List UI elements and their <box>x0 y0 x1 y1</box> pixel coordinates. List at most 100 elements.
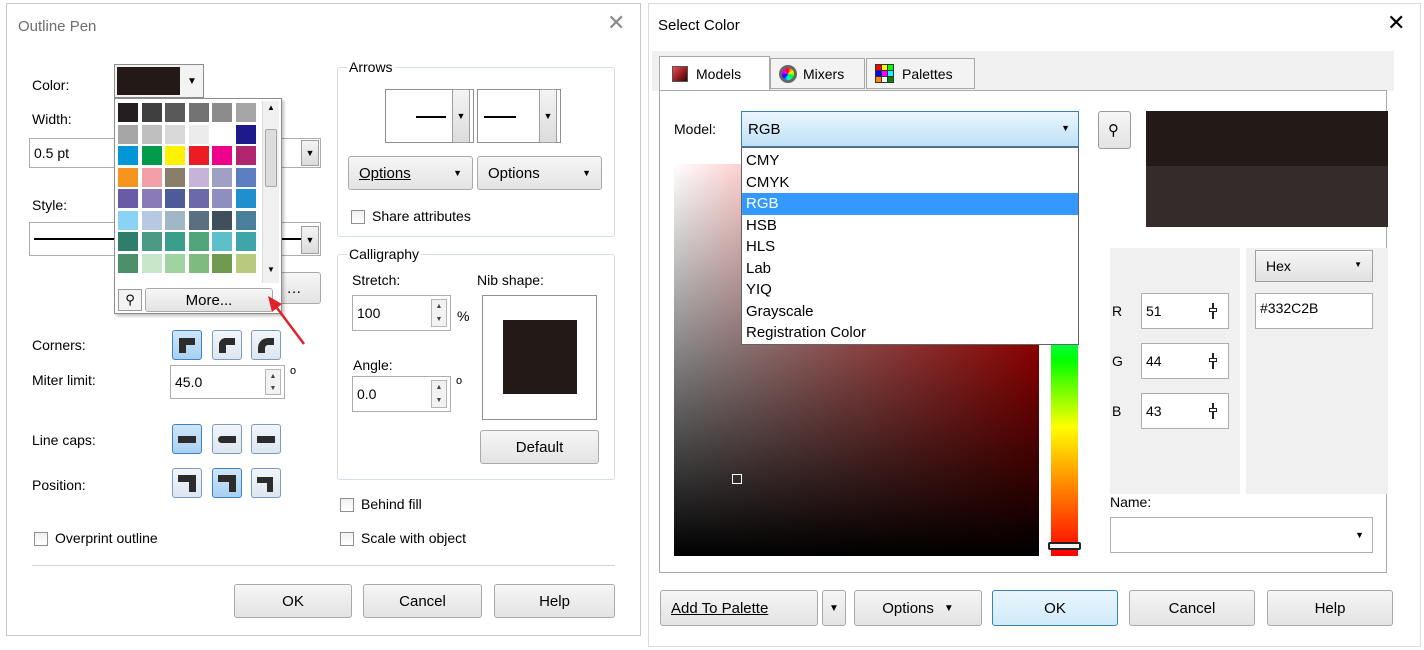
eyedropper-button[interactable]: ⚲ <box>1098 111 1131 149</box>
scale-with-object-checkbox[interactable] <box>340 532 354 546</box>
palette-swatch[interactable] <box>234 188 257 209</box>
palette-swatch[interactable] <box>140 166 163 188</box>
position-outside-button[interactable] <box>172 468 202 498</box>
palette-swatch[interactable] <box>140 188 163 209</box>
palette-swatch[interactable] <box>234 252 257 274</box>
palette-swatch[interactable] <box>164 209 186 231</box>
default-button[interactable]: Default <box>480 430 599 464</box>
palette-swatch[interactable] <box>117 188 139 209</box>
cap-butt-button[interactable] <box>172 424 202 454</box>
close-icon[interactable]: ✕ <box>607 13 625 35</box>
model-option[interactable]: HSB <box>742 215 1078 237</box>
cancel-button[interactable]: Cancel <box>1129 590 1255 626</box>
eyedropper-icon[interactable]: ⚲ <box>118 289 142 311</box>
position-center-button[interactable] <box>212 468 242 498</box>
start-arrow-dropdown-arrow[interactable]: ▼ <box>452 89 470 143</box>
palette-swatch[interactable] <box>117 166 139 188</box>
ok-button[interactable]: OK <box>992 590 1118 626</box>
end-arrow-dropdown-arrow[interactable]: ▼ <box>539 89 557 143</box>
palette-swatch[interactable] <box>140 123 163 145</box>
nib-shape-preview[interactable] <box>482 295 597 420</box>
more-colors-button[interactable]: More... <box>145 288 273 312</box>
palette-swatch[interactable] <box>234 166 257 188</box>
palette-swatch[interactable] <box>164 188 186 209</box>
palette-swatch[interactable] <box>140 102 163 123</box>
cancel-button[interactable]: Cancel <box>363 584 482 618</box>
palette-swatch[interactable] <box>117 123 139 145</box>
close-icon[interactable]: ✕ <box>1387 13 1405 35</box>
tab-models[interactable]: Models <box>659 56 770 91</box>
palette-swatch[interactable] <box>211 123 233 145</box>
palette-swatch[interactable] <box>187 166 210 188</box>
palette-swatch[interactable] <box>187 145 210 166</box>
share-attributes-checkbox[interactable] <box>351 210 365 224</box>
angle-spinner[interactable]: ▲ ▼ <box>431 380 447 408</box>
channel-slider-icon[interactable] <box>1209 403 1221 419</box>
channel-slider-icon[interactable] <box>1209 353 1221 369</box>
palette-swatch[interactable] <box>211 145 233 166</box>
corner-round-button[interactable] <box>212 330 242 360</box>
tab-palettes[interactable]: Palettes <box>866 58 975 89</box>
width-dropdown-arrow[interactable]: ▼ <box>301 140 319 166</box>
model-option[interactable]: Registration Color <box>742 322 1078 344</box>
palette-swatch[interactable] <box>187 252 210 274</box>
cap-round-button[interactable] <box>212 424 242 454</box>
palette-swatch[interactable] <box>211 209 233 231</box>
end-arrow-selector[interactable]: ▼ <box>477 89 561 143</box>
miter-limit-spinner[interactable]: ▲ ▼ <box>265 369 281 395</box>
palette-swatch[interactable] <box>211 166 233 188</box>
help-button[interactable]: Help <box>494 584 615 618</box>
palette-swatch[interactable] <box>116 101 140 124</box>
palette-swatch[interactable] <box>187 102 210 123</box>
model-option[interactable]: CMYK <box>742 172 1078 194</box>
model-option[interactable]: YIQ <box>742 279 1078 301</box>
palette-swatch[interactable] <box>234 102 257 123</box>
help-button[interactable]: Help <box>1267 590 1393 626</box>
model-option[interactable]: HLS <box>742 236 1078 258</box>
channel-slider-icon[interactable] <box>1209 303 1221 319</box>
stretch-spinner[interactable]: ▲ ▼ <box>431 299 447 327</box>
palette-swatch[interactable] <box>211 231 233 252</box>
palette-swatch[interactable] <box>187 231 210 252</box>
options-button[interactable]: Options ▼ <box>854 590 982 626</box>
palette-swatch[interactable] <box>164 145 186 166</box>
palette-swatch[interactable] <box>117 209 139 231</box>
palette-swatch[interactable] <box>140 231 163 252</box>
scroll-down-icon[interactable]: ▼ <box>267 265 275 274</box>
add-to-palette-button[interactable]: Add To Palette <box>660 590 818 626</box>
hex-field[interactable]: #332C2B <box>1255 293 1373 329</box>
palette-swatch[interactable] <box>117 252 139 274</box>
format-select[interactable]: Hex ▼ <box>1255 250 1373 282</box>
palette-swatch[interactable] <box>164 252 186 274</box>
palette-swatch[interactable] <box>211 252 233 274</box>
palette-swatch[interactable] <box>140 209 163 231</box>
color-picker-button[interactable]: ▼ <box>114 64 204 98</box>
palette-swatch[interactable] <box>234 231 257 252</box>
palette-swatch[interactable] <box>211 102 233 123</box>
model-option[interactable]: Grayscale <box>742 301 1078 323</box>
color-field-cursor[interactable] <box>732 474 742 484</box>
model-option[interactable]: RGB <box>742 193 1078 215</box>
model-select[interactable]: RGB ▼ <box>741 111 1079 147</box>
palette-swatch[interactable] <box>117 231 139 252</box>
arrow-options-left-button[interactable]: Options ▼ <box>348 156 473 190</box>
tab-mixers[interactable]: Mixers <box>770 58 865 89</box>
name-combo[interactable]: ▼ <box>1110 517 1373 553</box>
palette-swatch[interactable] <box>164 231 186 252</box>
palette-swatch[interactable] <box>187 209 210 231</box>
overprint-outline-checkbox[interactable] <box>34 532 48 546</box>
hue-slider-thumb[interactable] <box>1048 542 1081 550</box>
cap-square-button[interactable] <box>251 424 281 454</box>
palette-swatch[interactable] <box>164 123 186 145</box>
palette-swatch[interactable] <box>187 188 210 209</box>
scroll-thumb[interactable] <box>265 129 277 187</box>
palette-swatch[interactable] <box>234 123 257 145</box>
arrow-options-right-button[interactable]: Options ▼ <box>477 156 602 190</box>
palette-swatch[interactable] <box>117 145 139 166</box>
position-inside-button[interactable] <box>251 468 281 498</box>
style-dropdown-arrow[interactable]: ▼ <box>301 226 319 254</box>
palette-swatch[interactable] <box>187 123 210 145</box>
behind-fill-checkbox[interactable] <box>340 498 354 512</box>
model-option[interactable]: Lab <box>742 258 1078 280</box>
corner-bevel-button[interactable] <box>251 330 281 360</box>
